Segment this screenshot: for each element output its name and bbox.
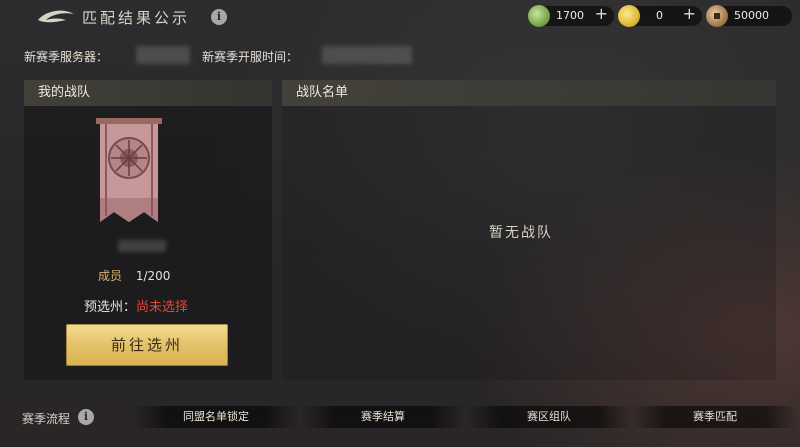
member-count: 成员 1/200 — [98, 267, 170, 284]
empty-team-list-text: 暂无战队 — [489, 225, 553, 241]
preselect-value: 尚未选择 — [136, 300, 189, 315]
resource-gold: 0 + — [618, 4, 702, 27]
season-flow-label: 赛季流程 — [22, 412, 71, 426]
flow-step-zone-team[interactable]: 赛区组队 — [466, 406, 632, 428]
preselect-state: 预选州：尚未选择 — [84, 296, 188, 315]
go-select-state-button[interactable]: 前往选州 — [66, 324, 228, 366]
season-server-label: 新赛季服务器： — [24, 50, 109, 64]
member-value: 1/200 — [135, 269, 171, 283]
jade-coin-icon — [528, 5, 550, 27]
page-title: 匹配结果公示 — [82, 9, 191, 27]
back-swoosh-icon[interactable] — [36, 8, 76, 28]
top-bar: 匹配结果公示 i 1700 + 0 + 50000 — [0, 0, 800, 34]
copper-value: 50000 — [734, 9, 769, 22]
add-gold-button[interactable]: + — [683, 4, 696, 23]
gold-ingot-icon — [618, 5, 640, 27]
copper-coin-icon — [706, 5, 728, 27]
flow-step-season-match[interactable]: 赛季匹配 — [632, 406, 798, 428]
jade-value: 1700 — [556, 9, 584, 22]
team-name-redacted — [118, 240, 166, 252]
resource-jade: 1700 + — [528, 4, 614, 27]
open-time-redacted — [322, 46, 412, 64]
flow-step-season-settle[interactable]: 赛季结算 — [300, 406, 466, 428]
team-banner-icon[interactable] — [96, 118, 162, 226]
preselect-label: 预选州： — [84, 300, 137, 315]
add-jade-button[interactable]: + — [595, 4, 608, 23]
server-name-redacted — [136, 46, 190, 64]
season-flow-bar: 赛季流程 i 同盟名单锁定 赛季结算 赛区组队 赛季匹配 — [0, 404, 800, 430]
flow-step-alliance-lock[interactable]: 同盟名单锁定 — [132, 406, 300, 428]
season-open-time-label: 新赛季开服时间： — [202, 50, 299, 64]
info-icon[interactable]: i — [211, 9, 227, 25]
resource-copper: 50000 — [706, 5, 792, 27]
team-list-header: 战队名单 — [282, 80, 776, 106]
season-flow-info-icon[interactable]: i — [78, 409, 94, 425]
gold-value: 0 — [656, 9, 663, 22]
member-label: 成员 — [98, 269, 123, 283]
my-team-header: 我的战队 — [24, 80, 272, 106]
